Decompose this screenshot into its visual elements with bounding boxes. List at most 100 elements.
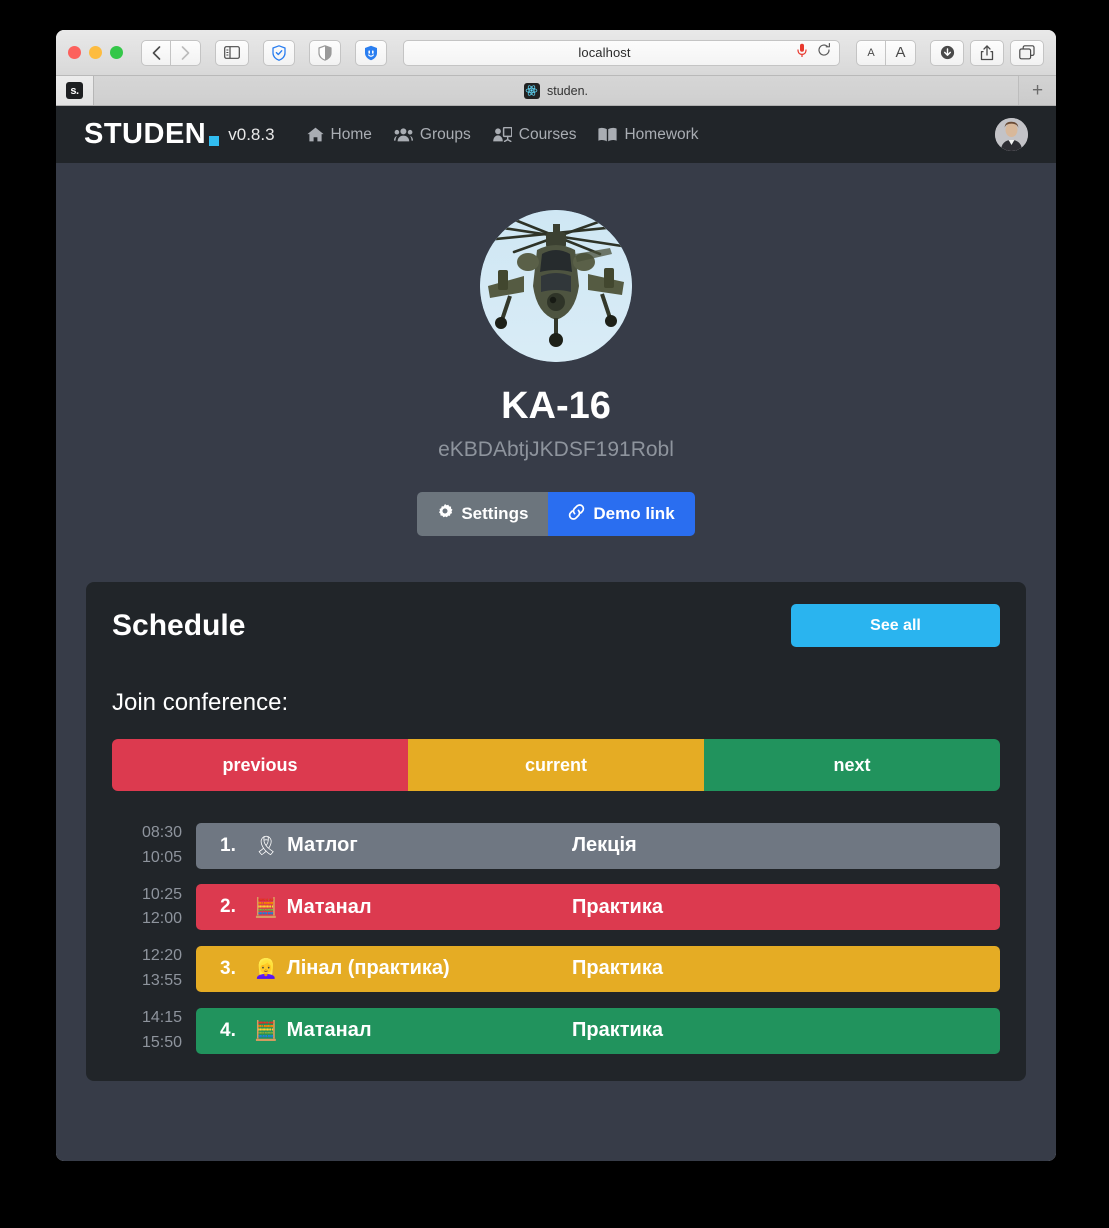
avatar-photo bbox=[995, 118, 1028, 151]
chevron-left-icon bbox=[152, 45, 160, 60]
lesson-number: 2. bbox=[220, 896, 236, 918]
schedule-card: Schedule See all Join conference: previo… bbox=[86, 582, 1026, 1082]
new-tab-button[interactable]: + bbox=[1018, 76, 1056, 105]
address-bar[interactable]: localhost bbox=[403, 39, 840, 66]
increase-text-size-button[interactable]: A bbox=[886, 39, 916, 66]
favorites-tab-button[interactable]: s. bbox=[56, 76, 94, 105]
settings-button-label: Settings bbox=[461, 504, 529, 523]
maximize-window-button[interactable] bbox=[110, 46, 123, 59]
lesson-times: 08:30 10:05 bbox=[112, 821, 196, 871]
close-window-button[interactable] bbox=[68, 46, 81, 59]
lesson-type: Практика bbox=[572, 1019, 663, 1042]
page-title: KA-16 bbox=[501, 385, 611, 427]
conference-current-button[interactable]: current bbox=[408, 739, 704, 791]
page-viewport: STUDEN v0.8.3 Home Groups Courses Homewo… bbox=[56, 106, 1056, 1161]
browser-right-buttons bbox=[930, 39, 1044, 66]
nav-item-homework[interactable]: Homework bbox=[598, 125, 699, 144]
lesson-row[interactable]: 08:30 10:05 1. 🎗 Матлог Лекція bbox=[112, 821, 1000, 871]
lesson-start-time: 08:30 bbox=[141, 824, 182, 841]
abacus-icon: 🧮 bbox=[254, 896, 278, 919]
tab-studen[interactable]: studen. bbox=[94, 76, 1018, 105]
font-large-label: A bbox=[895, 44, 906, 61]
lesson-name: Матанал bbox=[286, 1019, 372, 1042]
nav-item-home-label: Home bbox=[330, 125, 372, 143]
nav-item-courses-label: Courses bbox=[518, 125, 577, 143]
join-conference-label: Join conference: bbox=[112, 689, 289, 716]
nav-item-groups[interactable]: Groups bbox=[393, 126, 471, 144]
browser-titlebar: localhost A A bbox=[56, 30, 1056, 76]
react-logo-icon bbox=[523, 82, 540, 99]
demo-link-button-label: Demo link bbox=[593, 504, 675, 523]
brand-dot-icon bbox=[209, 136, 220, 146]
lesson-bar[interactable]: 4. 🧮 Матанал Практика bbox=[196, 1007, 1000, 1054]
contrast-icon bbox=[318, 44, 332, 61]
sidebar-toggle-button[interactable] bbox=[215, 39, 249, 66]
profile-actions: Settings Demo link bbox=[56, 492, 1056, 536]
favicon-label: s. bbox=[66, 82, 83, 99]
downloads-button[interactable] bbox=[930, 39, 964, 66]
schedule-card-header: Schedule See all bbox=[112, 604, 1000, 647]
users-icon bbox=[393, 127, 413, 142]
reload-button[interactable] bbox=[817, 43, 831, 62]
conference-next-button[interactable]: next bbox=[704, 739, 1000, 791]
lesson-end-time: 12:00 bbox=[141, 910, 182, 928]
chalkboard-user-icon bbox=[492, 127, 512, 142]
reader-mode-button[interactable] bbox=[309, 39, 341, 66]
tab-overview-button[interactable] bbox=[1010, 39, 1044, 66]
demo-link-button[interactable]: Demo link bbox=[548, 492, 695, 536]
gear-icon bbox=[437, 503, 453, 525]
download-icon bbox=[940, 45, 954, 60]
lesson-start-time: 12:20 bbox=[141, 947, 182, 965]
lesson-end-time: 13:55 bbox=[141, 971, 182, 989]
conference-buttons: previous current next bbox=[112, 739, 1000, 791]
shield-badge-icon bbox=[365, 45, 377, 60]
see-all-button[interactable]: See all bbox=[791, 604, 1000, 647]
settings-button[interactable]: Settings bbox=[417, 492, 549, 536]
minimize-window-button[interactable] bbox=[89, 46, 102, 59]
lesson-start-time: 14:15 bbox=[141, 1008, 182, 1026]
window-controls bbox=[68, 46, 123, 59]
lesson-name: Матлог bbox=[287, 834, 358, 857]
lesson-start-time: 10:25 bbox=[141, 885, 182, 903]
privacy-badge-button[interactable] bbox=[355, 39, 387, 66]
share-button[interactable] bbox=[970, 39, 1004, 66]
microphone-icon bbox=[797, 43, 807, 57]
lesson-bar[interactable]: 2. 🧮 Матанал Практика bbox=[196, 884, 1000, 931]
house-icon bbox=[306, 127, 324, 142]
blonde-woman-icon: 👱‍♀️ bbox=[254, 958, 278, 981]
lesson-type: Практика bbox=[572, 895, 663, 918]
abacus-icon: 🧮 bbox=[254, 1020, 278, 1043]
user-avatar[interactable] bbox=[995, 118, 1028, 151]
lesson-type: Лекція bbox=[572, 834, 637, 857]
nav-item-courses[interactable]: Courses bbox=[492, 125, 577, 144]
nav-item-home[interactable]: Home bbox=[306, 125, 372, 144]
profile-id: eKBDAbtjJKDSF191Robl bbox=[438, 438, 674, 461]
lesson-bar[interactable]: 1. 🎗 Матлог Лекція bbox=[196, 822, 1000, 869]
conference-previous-button[interactable]: previous bbox=[112, 739, 408, 791]
app-navbar: STUDEN v0.8.3 Home Groups Courses Homewo… bbox=[56, 106, 1056, 163]
tab-bar: s. studen. + bbox=[56, 76, 1056, 106]
logo-text: STUDEN bbox=[84, 118, 207, 150]
app-logo[interactable]: STUDEN bbox=[84, 118, 220, 151]
lesson-times: 14:15 15:50 bbox=[112, 1006, 196, 1056]
microphone-button[interactable] bbox=[797, 43, 807, 63]
lesson-row[interactable]: 10:25 12:00 2. 🧮 Матанал Практика bbox=[112, 883, 1000, 933]
lesson-bar[interactable]: 3. 👱‍♀️ Лінал (практика) Практика bbox=[196, 945, 1000, 992]
shield-check-icon bbox=[272, 44, 286, 61]
lesson-row[interactable]: 12:20 13:55 3. 👱‍♀️ Лінал (практика) Пра… bbox=[112, 944, 1000, 994]
nav-item-homework-label: Homework bbox=[624, 125, 699, 143]
profile-avatar[interactable] bbox=[480, 210, 632, 362]
helicopter-photo bbox=[480, 210, 632, 362]
lesson-end-time: 15:50 bbox=[141, 1033, 182, 1051]
decrease-text-size-button[interactable]: A bbox=[856, 39, 886, 66]
reload-icon bbox=[818, 43, 830, 56]
lesson-list: 08:30 10:05 1. 🎗 Матлог Лекція 10:25 12:… bbox=[112, 821, 1000, 1055]
tab-overview-icon bbox=[1019, 45, 1035, 60]
lesson-end-time: 10:05 bbox=[141, 848, 182, 866]
lesson-number: 4. bbox=[220, 1019, 236, 1041]
lesson-row[interactable]: 14:15 15:50 4. 🧮 Матанал Практика bbox=[112, 1006, 1000, 1056]
lesson-name: Лінал (практика) bbox=[286, 957, 450, 980]
back-button[interactable] bbox=[141, 39, 171, 66]
adblock-button[interactable] bbox=[263, 39, 295, 66]
forward-button[interactable] bbox=[171, 39, 201, 66]
